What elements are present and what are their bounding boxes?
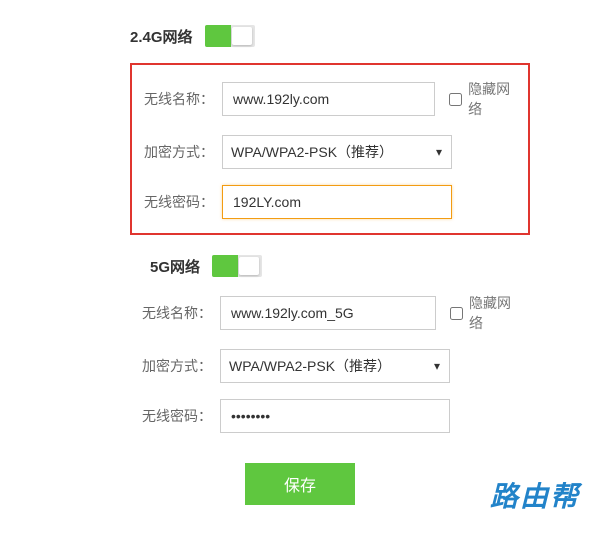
encryption-label-5g: 加密方式： [140, 356, 220, 376]
encryption-select-5g[interactable]: WPA/WPA2-PSK（推荐） [220, 349, 450, 383]
password-label-24g: 无线密码： [142, 192, 222, 212]
password-input-24g[interactable] [222, 185, 452, 219]
encryption-label-24g: 加密方式： [142, 142, 222, 162]
hide-label-24g: 隐藏网络 [468, 79, 518, 119]
section-title-24g: 2.4G网络 [130, 26, 193, 47]
row-5g-ssid: 无线名称： 隐藏网络 [140, 293, 520, 333]
network-24g-box: 无线名称： 隐藏网络 加密方式： WPA/WPA2-PSK（推荐） 无线密码： [130, 63, 530, 235]
toggle-5g[interactable] [212, 255, 262, 277]
hide-checkbox-24g[interactable] [449, 93, 462, 106]
save-button[interactable]: 保存 [245, 463, 355, 505]
row-5g-password: 无线密码： [140, 399, 520, 433]
ssid-input-5g[interactable] [220, 296, 436, 330]
password-label-5g: 无线密码： [140, 406, 220, 426]
ssid-input-24g[interactable] [222, 82, 435, 116]
hide-checkbox-5g[interactable] [450, 307, 463, 320]
hide-network-24g[interactable]: 隐藏网络 [449, 79, 518, 119]
network-5g-box: 无线名称： 隐藏网络 加密方式： WPA/WPA2-PSK（推荐） 无线密码： [130, 293, 530, 433]
section-header-5g: 5G网络 [150, 255, 570, 277]
hide-label-5g: 隐藏网络 [469, 293, 520, 333]
hide-network-5g[interactable]: 隐藏网络 [450, 293, 520, 333]
row-5g-encryption: 加密方式： WPA/WPA2-PSK（推荐） [140, 349, 520, 383]
watermark: 路由帮 [490, 475, 580, 515]
row-24g-encryption: 加密方式： WPA/WPA2-PSK（推荐） [142, 135, 518, 169]
ssid-label-24g: 无线名称： [142, 89, 222, 109]
toggle-24g[interactable] [205, 25, 255, 47]
ssid-label-5g: 无线名称： [140, 303, 220, 323]
encryption-select-24g[interactable]: WPA/WPA2-PSK（推荐） [222, 135, 452, 169]
section-title-5g: 5G网络 [150, 256, 200, 277]
password-input-5g[interactable] [220, 399, 450, 433]
section-header-24g: 2.4G网络 [130, 25, 570, 47]
row-24g-password: 无线密码： [142, 185, 518, 219]
row-24g-ssid: 无线名称： 隐藏网络 [142, 79, 518, 119]
